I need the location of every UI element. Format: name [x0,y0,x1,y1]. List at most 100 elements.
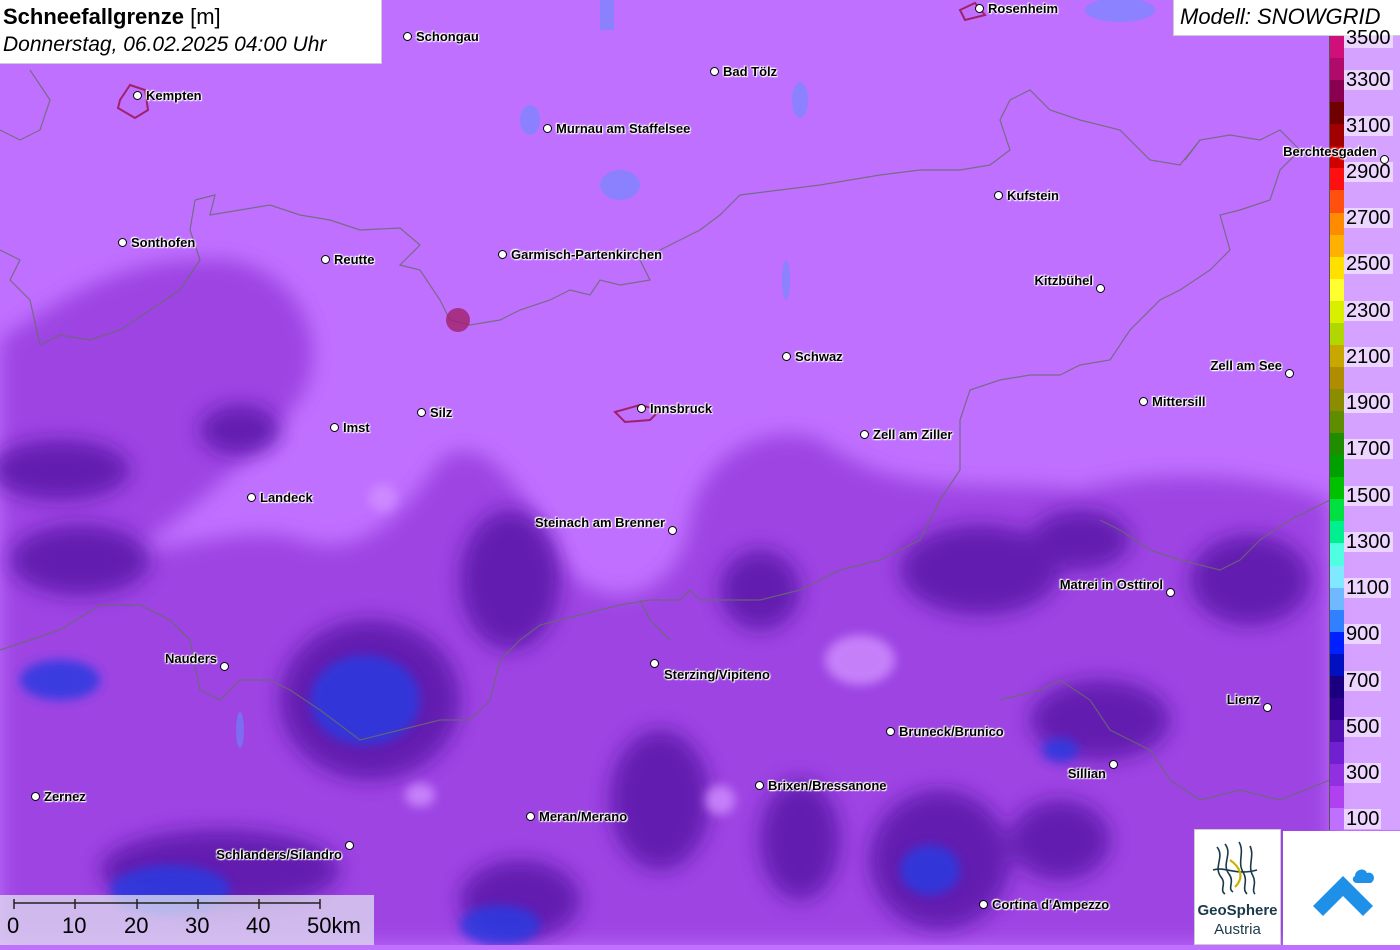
city-marker [1166,588,1175,597]
city-label: Brixen/Bressanone [768,778,887,793]
parameter-name: Schneefallgrenze [3,4,184,29]
city-marker [1109,760,1118,769]
legend-color-step [1330,124,1344,147]
legend-label: 900 [1344,623,1382,645]
city-label: Cortina d'Ampezzo [992,897,1110,912]
legend-color-step [1330,565,1344,588]
city-marker [417,408,426,417]
city-marker [782,352,791,361]
city-label: Matrei in Osttirol [1059,577,1163,592]
legend-color-step [1330,675,1344,698]
city-label: Rosenheim [988,1,1059,16]
city-label: Lienz [1226,692,1260,707]
city-label: Meran/Merano [539,809,628,824]
city-marker [860,430,869,439]
snowgrid-logo[interactable] [1283,831,1400,945]
legend-color-step [1330,322,1344,345]
legend-label: 2300 [1344,300,1393,322]
scale-label: 40 [246,913,271,938]
legend-color-step [1330,808,1344,831]
legend-color-step [1330,455,1344,478]
legend-label: 1900 [1344,392,1393,414]
city-label: Schlanders/Silandro [216,847,342,862]
city-marker [650,659,659,668]
legend-color-step [1330,344,1344,367]
city-label: Kempten [146,88,202,103]
city-marker [994,191,1003,200]
snowgrid-chevron-icon [1313,869,1374,916]
scale-label: 50km [307,913,361,938]
geosphere-name: GeoSphere [1197,902,1278,919]
city-label: Kufstein [1007,188,1059,203]
snowfall-line-map[interactable] [0,0,1400,945]
legend-label: 3100 [1344,115,1393,137]
city-label: Berchtesgaden [1283,144,1377,159]
legend-color-step [1330,36,1344,59]
city-label: Imst [343,420,370,435]
city-marker [637,404,646,413]
legend-color-step [1330,411,1344,434]
city-marker [755,781,764,790]
parameter-unit: [m] [190,4,221,29]
city-label: Steinach am Brenner [534,515,665,530]
city-label: Sillian [1067,766,1106,781]
legend-color-step [1330,389,1344,412]
city-marker [403,32,412,41]
legend-label: 700 [1344,670,1382,692]
legend-label: 3300 [1344,69,1393,91]
scale-label: 30 [185,913,210,938]
legend-color-step [1330,631,1344,654]
legend-color-step [1330,719,1344,742]
legend-color-step [1330,499,1344,522]
city-marker [1139,397,1148,406]
city-marker [526,812,535,821]
city-label: Innsbruck [650,401,713,416]
city-marker [1285,369,1294,378]
city-marker [1380,155,1389,164]
city-marker [710,67,719,76]
city-marker [979,900,988,909]
legend-color-step [1330,234,1344,257]
geosphere-country: Austria [1214,921,1261,938]
city-marker [220,662,229,671]
legend-label: 1100 [1344,577,1392,599]
city-marker [321,255,330,264]
legend-color-step [1330,168,1344,191]
city-label: Kitzbühel [1034,273,1094,288]
city-marker [133,91,142,100]
city-marker [1096,284,1105,293]
city-label: Reutte [334,252,375,267]
legend-label: 1300 [1344,531,1393,553]
scale-label: 0 [7,913,20,938]
city-marker [118,238,127,247]
legend-color-step [1330,653,1344,676]
geosphere-logo[interactable]: GeoSphere Austria [1194,829,1281,945]
legend-color-step [1330,58,1344,81]
legend-label: 2100 [1344,346,1393,368]
city-label: Silz [430,405,453,420]
city-label: Bad Tölz [723,64,778,79]
legend-label: 1500 [1344,485,1393,507]
legend-color-step [1330,278,1344,301]
legend-color-step [1330,521,1344,544]
map-title: Schneefallgrenze [m] [3,3,381,30]
map-datetime: Donnerstag, 06.02.2025 04:00 Uhr [3,33,327,56]
scale-bar: 0 10 20 30 40 50km [0,895,374,945]
legend-label: 100 [1344,808,1382,830]
city-label: Landeck [260,490,313,505]
city-label: Garmisch-Partenkirchen [511,247,663,262]
city-marker [31,792,40,801]
legend-color-step [1330,433,1344,456]
map-title-panel: Schneefallgrenze [m] Donnerstag, 06.02.2… [0,0,382,64]
legend-label: 1700 [1344,438,1393,460]
legend-color-step [1330,587,1344,610]
legend-color-step [1330,609,1344,632]
legend-label: 2700 [1344,207,1393,229]
legend-color-step [1330,190,1344,213]
legend-color-step [1330,697,1344,720]
legend-color-step [1330,80,1344,103]
city-marker [330,423,339,432]
city-label: Mittersill [1152,394,1206,409]
city-label: Sonthofen [131,235,196,250]
legend-color-step [1330,256,1344,279]
